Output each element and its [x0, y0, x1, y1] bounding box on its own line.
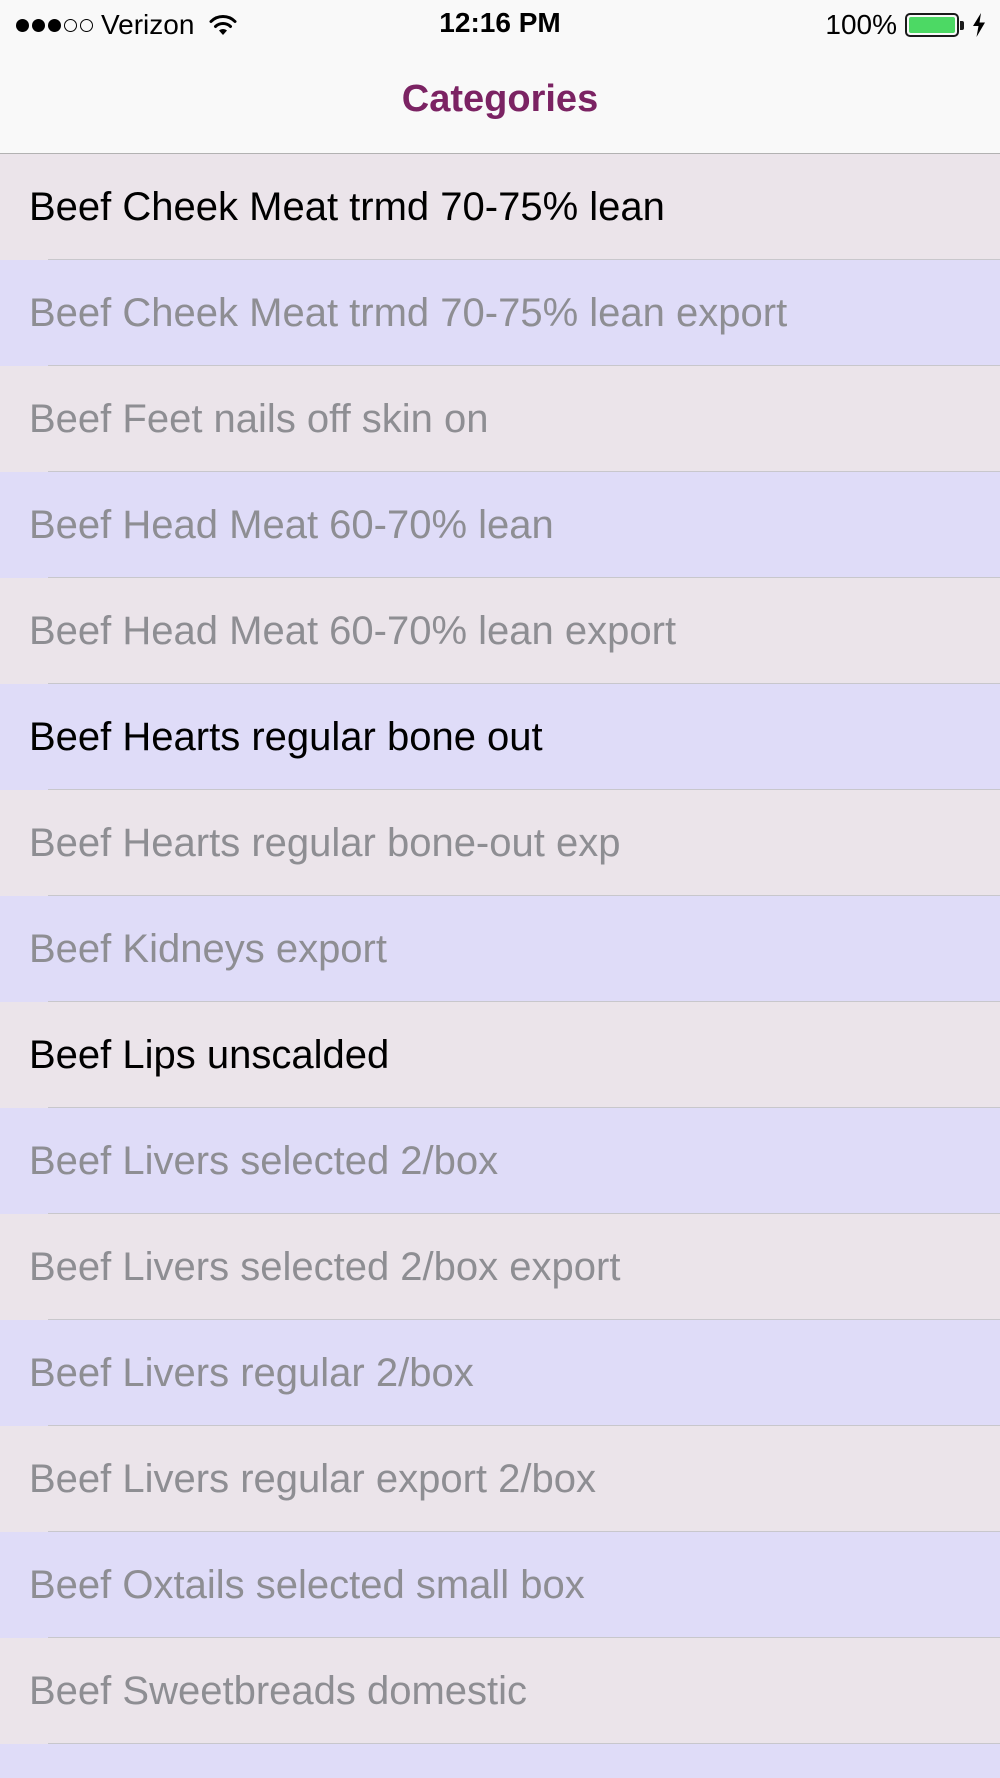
category-label: Beef Livers regular export 2/box [29, 1456, 596, 1501]
category-row[interactable] [0, 1744, 1000, 1778]
category-label: Beef Kidneys export [29, 926, 387, 971]
category-row[interactable]: Beef Head Meat 60-70% lean export [0, 578, 1000, 684]
category-row[interactable]: Beef Cheek Meat trmd 70-75% lean export [0, 260, 1000, 366]
page-title: Categories [401, 78, 599, 120]
battery-fill [909, 17, 955, 33]
category-row[interactable]: Beef Lips unscalded [0, 1002, 1000, 1108]
category-label: Beef Sweetbreads domestic [29, 1668, 528, 1713]
category-label: Beef Hearts regular bone-out exp [29, 820, 621, 865]
category-label: Beef Oxtails selected small box [29, 1562, 585, 1607]
category-label: Beef Lips unscalded [29, 1032, 390, 1077]
category-row[interactable]: Beef Livers selected 2/box [0, 1108, 1000, 1214]
category-row[interactable]: Beef Feet nails off skin on [0, 366, 1000, 472]
category-label: Beef Cheek Meat trmd 70-75% lean [29, 184, 665, 229]
category-label: Beef Head Meat 60-70% lean [29, 502, 554, 547]
status-bar: Verizon 12:16 PM 100% [0, 0, 1000, 50]
category-label: Beef Cheek Meat trmd 70-75% lean export [29, 290, 788, 335]
category-label: Beef Feet nails off skin on [29, 396, 489, 441]
category-list[interactable]: Beef Cheek Meat trmd 70-75% lean Beef Che… [0, 154, 1000, 1778]
category-row[interactable]: Beef Kidneys export [0, 896, 1000, 1002]
category-label: Beef Livers regular 2/box [29, 1350, 474, 1395]
charging-bolt-icon [973, 13, 985, 37]
category-row[interactable]: Beef Livers selected 2/box export [0, 1214, 1000, 1320]
battery-cap [960, 20, 964, 30]
battery-icon [905, 13, 959, 37]
category-row[interactable]: Beef Sweetbreads domestic [0, 1638, 1000, 1744]
category-row[interactable]: Beef Hearts regular bone-out exp [0, 790, 1000, 896]
navigation-bar: Categories [0, 50, 1000, 154]
status-right: 100% [825, 8, 986, 42]
category-row[interactable]: Beef Livers regular 2/box [0, 1320, 1000, 1426]
category-label: Beef Livers selected 2/box [29, 1138, 499, 1183]
category-label: Beef Head Meat 60-70% lean export [29, 608, 677, 653]
category-row[interactable]: Beef Head Meat 60-70% lean [0, 472, 1000, 578]
category-row[interactable]: Beef Cheek Meat trmd 70-75% lean [0, 154, 1000, 260]
category-label: Beef Livers selected 2/box export [29, 1244, 621, 1289]
category-row[interactable]: Beef Oxtails selected small box [0, 1532, 1000, 1638]
category-row[interactable]: Beef Livers regular export 2/box [0, 1426, 1000, 1532]
category-row[interactable]: Beef Hearts regular bone out [0, 684, 1000, 790]
battery-percent: 100% [825, 9, 897, 40]
category-label: Beef Hearts regular bone out [29, 714, 543, 759]
